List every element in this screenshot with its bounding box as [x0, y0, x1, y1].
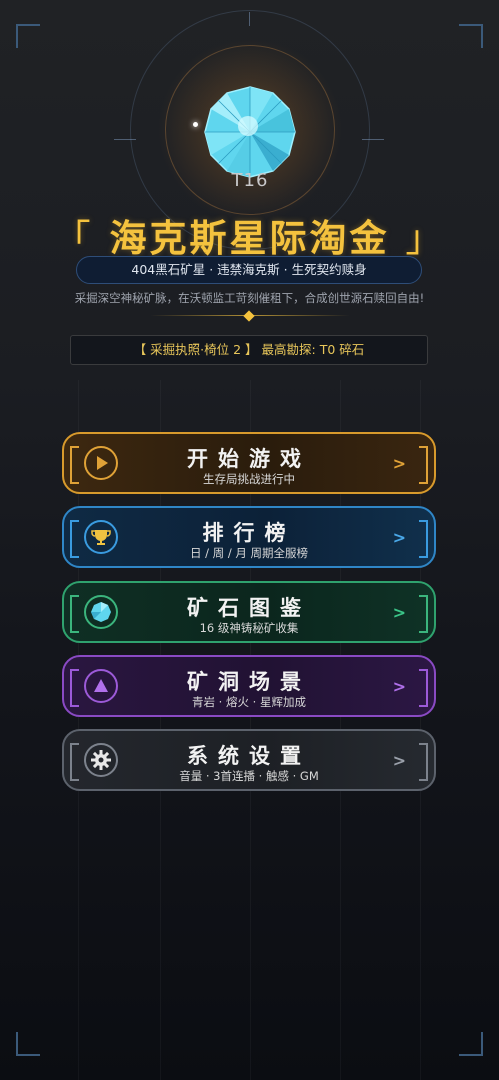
bracket-left [70, 595, 79, 633]
bracket-right [419, 446, 428, 484]
title-bracket-left: 「 [53, 217, 94, 260]
mountain-icon [84, 669, 118, 703]
gem-icon [204, 86, 296, 178]
gem-tier-label: T16 [231, 170, 269, 191]
gear-icon [84, 743, 118, 777]
ore-collection-button[interactable]: 矿石图鉴 16 级神铸秘矿收集 > [62, 581, 436, 643]
leaderboard-button[interactable]: 排行榜 日 / 周 / 月 周期全服榜 > [62, 506, 436, 568]
ore-collection-label: 矿石图鉴 [187, 596, 311, 620]
play-icon [84, 446, 118, 480]
corner-bracket-bottom-left [16, 1032, 40, 1056]
mine-scene-label: 矿洞场景 [187, 670, 311, 694]
bracket-right [419, 669, 428, 707]
ring-tick [114, 139, 136, 140]
chevron-right-icon: > [392, 603, 406, 622]
settings-subtitle: 音量 · 3首连播 · 触感 · GM [179, 769, 319, 783]
chevron-right-icon: > [392, 454, 406, 473]
start-game-label: 开始游戏 [187, 447, 311, 471]
bracket-left [70, 520, 79, 558]
license-info: 【 采掘执照·椅位 2 】 最高勘探: T0 碎石 [70, 335, 428, 365]
start-game-button[interactable]: 开始游戏 生存局挑战进行中 > [62, 432, 436, 494]
corner-bracket-bottom-right [459, 1032, 483, 1056]
ring-tick [249, 12, 250, 26]
chevron-right-icon: > [392, 677, 406, 696]
corner-bracket-top-right [459, 24, 483, 48]
start-game-subtitle: 生存局挑战进行中 [203, 472, 295, 486]
bracket-right [419, 520, 428, 558]
sparkle-icon [193, 122, 198, 127]
game-title: 「 海克斯星际淘金 」 [0, 208, 499, 262]
game-description: 采掘深空神秘矿脉，在沃顿监工苛刻催租下，合成创世源石赎回自由! [74, 291, 425, 305]
corner-bracket-top-left [16, 24, 40, 48]
title-text: 海克斯星际淘金 [109, 217, 390, 260]
ring-tick [362, 139, 384, 140]
leaderboard-label: 排行榜 [202, 521, 296, 545]
ore-collection-subtitle: 16 级神铸秘矿收集 [199, 621, 299, 635]
bracket-left [70, 669, 79, 707]
bracket-left [70, 446, 79, 484]
bracket-left [70, 743, 79, 781]
diamond-icon [243, 310, 255, 322]
title-bracket-right: 」 [405, 217, 446, 260]
bracket-right [419, 595, 428, 633]
leaderboard-subtitle: 日 / 周 / 月 周期全服榜 [189, 546, 309, 560]
mine-scene-button[interactable]: 矿洞场景 青岩 · 熔火 · 星辉加成 > [62, 655, 436, 717]
subtitle-pill: 404黑石矿星 · 违禁海克斯 · 生死契约赎身 [76, 256, 422, 284]
trophy-icon [84, 520, 118, 554]
chevron-right-icon: > [392, 751, 406, 770]
chevron-right-icon: > [392, 528, 406, 547]
settings-button[interactable]: 系统设置 音量 · 3首连播 · 触感 · GM > [62, 729, 436, 791]
settings-label: 系统设置 [187, 744, 311, 768]
bracket-right [419, 743, 428, 781]
gem-icon [84, 595, 118, 629]
mine-scene-subtitle: 青岩 · 熔火 · 星辉加成 [192, 695, 306, 709]
